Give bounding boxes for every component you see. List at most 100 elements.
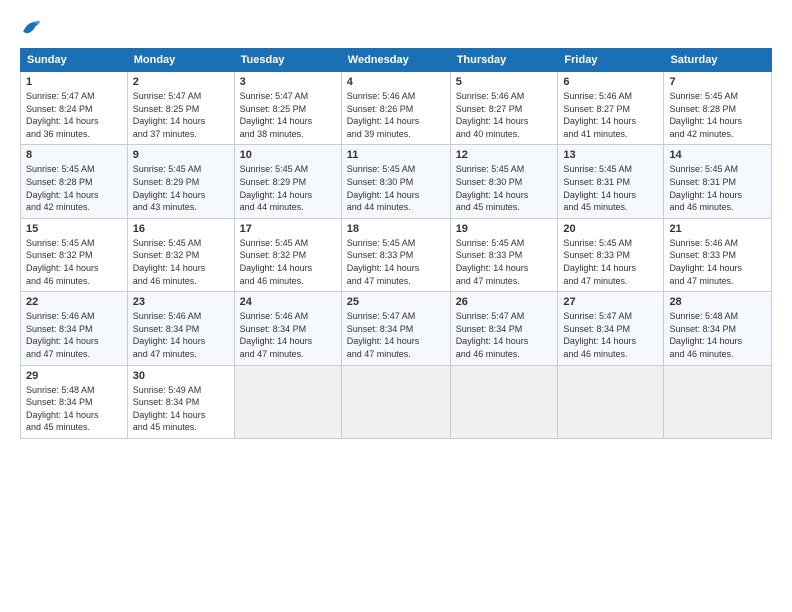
table-row: 18 Sunrise: 5:45 AMSunset: 8:33 PMDaylig… [341,218,450,291]
day-info: Sunrise: 5:46 AMSunset: 8:34 PMDaylight:… [26,310,122,360]
day-info: Sunrise: 5:45 AMSunset: 8:33 PMDaylight:… [563,237,658,287]
day-number: 23 [133,296,229,308]
day-info: Sunrise: 5:45 AMSunset: 8:33 PMDaylight:… [347,237,445,287]
col-tuesday: Tuesday [234,49,341,72]
day-number: 30 [133,370,229,382]
day-info: Sunrise: 5:49 AMSunset: 8:34 PMDaylight:… [133,384,229,434]
day-number: 10 [240,149,336,161]
table-row: 29 Sunrise: 5:48 AMSunset: 8:34 PMDaylig… [21,365,128,438]
day-info: Sunrise: 5:48 AMSunset: 8:34 PMDaylight:… [669,310,766,360]
day-number: 18 [347,223,445,235]
day-number: 9 [133,149,229,161]
day-number: 2 [133,76,229,88]
day-number: 13 [563,149,658,161]
day-info: Sunrise: 5:45 AMSunset: 8:32 PMDaylight:… [26,237,122,287]
day-info: Sunrise: 5:45 AMSunset: 8:31 PMDaylight:… [669,163,766,213]
day-info: Sunrise: 5:45 AMSunset: 8:32 PMDaylight:… [133,237,229,287]
table-row: 14 Sunrise: 5:45 AMSunset: 8:31 PMDaylig… [664,145,772,218]
day-number: 21 [669,223,766,235]
day-number: 26 [456,296,553,308]
table-row: 6 Sunrise: 5:46 AMSunset: 8:27 PMDayligh… [558,72,664,145]
day-info: Sunrise: 5:46 AMSunset: 8:26 PMDaylight:… [347,90,445,140]
day-number: 27 [563,296,658,308]
calendar-week-row: 29 Sunrise: 5:48 AMSunset: 8:34 PMDaylig… [21,365,772,438]
day-info: Sunrise: 5:45 AMSunset: 8:30 PMDaylight:… [347,163,445,213]
table-row: 13 Sunrise: 5:45 AMSunset: 8:31 PMDaylig… [558,145,664,218]
table-row: 20 Sunrise: 5:45 AMSunset: 8:33 PMDaylig… [558,218,664,291]
table-row: 17 Sunrise: 5:45 AMSunset: 8:32 PMDaylig… [234,218,341,291]
table-row: 4 Sunrise: 5:46 AMSunset: 8:26 PMDayligh… [341,72,450,145]
day-number: 11 [347,149,445,161]
day-number: 19 [456,223,553,235]
day-number: 4 [347,76,445,88]
day-info: Sunrise: 5:46 AMSunset: 8:33 PMDaylight:… [669,237,766,287]
day-info: Sunrise: 5:45 AMSunset: 8:33 PMDaylight:… [456,237,553,287]
day-info: Sunrise: 5:45 AMSunset: 8:29 PMDaylight:… [240,163,336,213]
table-row: 1 Sunrise: 5:47 AMSunset: 8:24 PMDayligh… [21,72,128,145]
day-number: 25 [347,296,445,308]
day-info: Sunrise: 5:45 AMSunset: 8:31 PMDaylight:… [563,163,658,213]
table-row: 19 Sunrise: 5:45 AMSunset: 8:33 PMDaylig… [450,218,558,291]
table-row: 11 Sunrise: 5:45 AMSunset: 8:30 PMDaylig… [341,145,450,218]
day-info: Sunrise: 5:45 AMSunset: 8:28 PMDaylight:… [26,163,122,213]
table-row: 26 Sunrise: 5:47 AMSunset: 8:34 PMDaylig… [450,292,558,365]
day-info: Sunrise: 5:47 AMSunset: 8:34 PMDaylight:… [456,310,553,360]
day-number: 8 [26,149,122,161]
col-friday: Friday [558,49,664,72]
logo-bird-icon [20,16,42,38]
table-row: 2 Sunrise: 5:47 AMSunset: 8:25 PMDayligh… [127,72,234,145]
table-row: 27 Sunrise: 5:47 AMSunset: 8:34 PMDaylig… [558,292,664,365]
table-row: 5 Sunrise: 5:46 AMSunset: 8:27 PMDayligh… [450,72,558,145]
day-number: 5 [456,76,553,88]
day-number: 7 [669,76,766,88]
calendar-week-row: 22 Sunrise: 5:46 AMSunset: 8:34 PMDaylig… [21,292,772,365]
col-sunday: Sunday [21,49,128,72]
table-row: 12 Sunrise: 5:45 AMSunset: 8:30 PMDaylig… [450,145,558,218]
col-wednesday: Wednesday [341,49,450,72]
table-row [558,365,664,438]
day-number: 22 [26,296,122,308]
day-number: 3 [240,76,336,88]
day-info: Sunrise: 5:47 AMSunset: 8:25 PMDaylight:… [133,90,229,140]
day-info: Sunrise: 5:45 AMSunset: 8:28 PMDaylight:… [669,90,766,140]
logo [20,16,46,38]
table-row: 16 Sunrise: 5:45 AMSunset: 8:32 PMDaylig… [127,218,234,291]
day-number: 20 [563,223,658,235]
day-info: Sunrise: 5:46 AMSunset: 8:34 PMDaylight:… [133,310,229,360]
day-number: 17 [240,223,336,235]
table-row [341,365,450,438]
table-row: 28 Sunrise: 5:48 AMSunset: 8:34 PMDaylig… [664,292,772,365]
day-number: 14 [669,149,766,161]
day-number: 12 [456,149,553,161]
day-info: Sunrise: 5:46 AMSunset: 8:34 PMDaylight:… [240,310,336,360]
header [20,16,772,38]
day-info: Sunrise: 5:45 AMSunset: 8:29 PMDaylight:… [133,163,229,213]
day-info: Sunrise: 5:46 AMSunset: 8:27 PMDaylight:… [456,90,553,140]
table-row: 3 Sunrise: 5:47 AMSunset: 8:25 PMDayligh… [234,72,341,145]
calendar-header-row: Sunday Monday Tuesday Wednesday Thursday… [21,49,772,72]
day-info: Sunrise: 5:45 AMSunset: 8:32 PMDaylight:… [240,237,336,287]
table-row: 10 Sunrise: 5:45 AMSunset: 8:29 PMDaylig… [234,145,341,218]
day-number: 16 [133,223,229,235]
col-saturday: Saturday [664,49,772,72]
table-row [450,365,558,438]
day-info: Sunrise: 5:45 AMSunset: 8:30 PMDaylight:… [456,163,553,213]
day-info: Sunrise: 5:46 AMSunset: 8:27 PMDaylight:… [563,90,658,140]
page: Sunday Monday Tuesday Wednesday Thursday… [0,0,792,612]
table-row: 15 Sunrise: 5:45 AMSunset: 8:32 PMDaylig… [21,218,128,291]
calendar-table: Sunday Monday Tuesday Wednesday Thursday… [20,48,772,439]
table-row: 22 Sunrise: 5:46 AMSunset: 8:34 PMDaylig… [21,292,128,365]
day-number: 28 [669,296,766,308]
day-number: 29 [26,370,122,382]
day-number: 6 [563,76,658,88]
day-number: 24 [240,296,336,308]
table-row: 25 Sunrise: 5:47 AMSunset: 8:34 PMDaylig… [341,292,450,365]
day-info: Sunrise: 5:47 AMSunset: 8:25 PMDaylight:… [240,90,336,140]
table-row: 24 Sunrise: 5:46 AMSunset: 8:34 PMDaylig… [234,292,341,365]
day-info: Sunrise: 5:47 AMSunset: 8:24 PMDaylight:… [26,90,122,140]
table-row: 8 Sunrise: 5:45 AMSunset: 8:28 PMDayligh… [21,145,128,218]
day-number: 1 [26,76,122,88]
day-info: Sunrise: 5:47 AMSunset: 8:34 PMDaylight:… [563,310,658,360]
table-row: 30 Sunrise: 5:49 AMSunset: 8:34 PMDaylig… [127,365,234,438]
col-thursday: Thursday [450,49,558,72]
